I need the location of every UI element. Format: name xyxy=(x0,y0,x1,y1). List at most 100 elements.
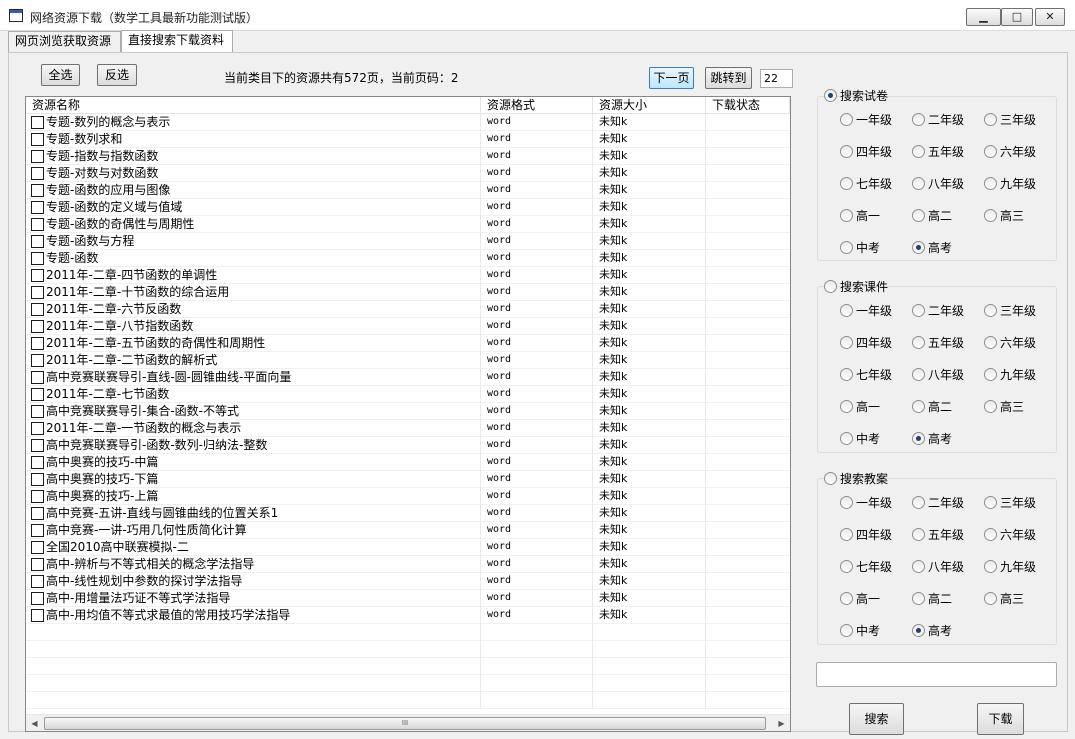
row-checkbox[interactable] xyxy=(31,388,44,401)
table-row[interactable]: 2011年-二章-一节函数的概念与表示 word 未知k xyxy=(26,420,790,437)
table-row[interactable]: 2011年-二章-四节函数的单调性 word 未知k xyxy=(26,267,790,284)
radio-icon[interactable] xyxy=(984,209,997,222)
next-page-button[interactable]: 下一页 xyxy=(649,67,694,89)
radio-icon[interactable] xyxy=(840,241,853,254)
row-checkbox[interactable] xyxy=(31,337,44,350)
table-row[interactable] xyxy=(26,641,790,658)
row-checkbox[interactable] xyxy=(31,303,44,316)
row-checkbox[interactable] xyxy=(31,354,44,367)
row-checkbox[interactable] xyxy=(31,609,44,622)
table-row[interactable]: 高中-用增量法巧证不等式学法指导 word 未知k xyxy=(26,590,790,607)
table-row[interactable]: 专题-指数与指数函数 word 未知k xyxy=(26,148,790,165)
radio-icon[interactable] xyxy=(840,528,853,541)
radio-icon[interactable] xyxy=(984,592,997,605)
radio-icon[interactable] xyxy=(984,400,997,413)
radio-icon[interactable] xyxy=(840,113,853,126)
radio-icon[interactable] xyxy=(984,560,997,573)
radio-icon[interactable] xyxy=(984,336,997,349)
radio-icon[interactable] xyxy=(912,304,925,317)
radio-icon[interactable] xyxy=(984,496,997,509)
radio-icon[interactable] xyxy=(912,368,925,381)
column-header-name[interactable]: 资源名称 xyxy=(26,97,481,114)
column-header-format[interactable]: 资源格式 xyxy=(481,97,593,114)
row-checkbox[interactable] xyxy=(31,422,44,435)
invert-selection-button[interactable]: 反选 xyxy=(97,64,137,86)
search-button[interactable]: 搜索 xyxy=(849,703,904,735)
radio-icon[interactable] xyxy=(840,432,853,445)
table-row[interactable]: 2011年-二章-二节函数的解析式 word 未知k xyxy=(26,352,790,369)
row-checkbox[interactable] xyxy=(31,320,44,333)
maximize-button[interactable]: □ xyxy=(1001,8,1033,26)
scroll-right-icon[interactable]: ▶ xyxy=(773,715,790,731)
radio-icon[interactable] xyxy=(912,432,925,445)
radio-icon[interactable] xyxy=(840,496,853,509)
scroll-thumb[interactable]: III xyxy=(44,717,766,730)
row-checkbox[interactable] xyxy=(31,524,44,537)
page-number-input[interactable]: 22 xyxy=(760,69,793,88)
radio-icon[interactable] xyxy=(840,592,853,605)
radio-icon[interactable] xyxy=(984,304,997,317)
scroll-left-icon[interactable]: ◀ xyxy=(26,715,43,731)
radio-icon[interactable] xyxy=(984,113,997,126)
jump-to-button[interactable]: 跳转到 xyxy=(705,67,752,89)
table-row[interactable]: 高中竞赛联赛导引-函数-数列-归纳法-整数 word 未知k xyxy=(26,437,790,454)
radio-icon[interactable] xyxy=(912,528,925,541)
table-row[interactable] xyxy=(26,624,790,641)
radio-icon[interactable] xyxy=(912,145,925,158)
row-checkbox[interactable] xyxy=(31,218,44,231)
table-row[interactable]: 高中竞赛-五讲-直线与圆锥曲线的位置关系1 word 未知k xyxy=(26,505,790,522)
table-row[interactable]: 高中奥赛的技巧-中篇 word 未知k xyxy=(26,454,790,471)
row-checkbox[interactable] xyxy=(31,201,44,214)
row-checkbox[interactable] xyxy=(31,592,44,605)
row-checkbox[interactable] xyxy=(31,558,44,571)
row-checkbox[interactable] xyxy=(31,184,44,197)
row-checkbox[interactable] xyxy=(31,473,44,486)
minimize-button[interactable]: ▁ xyxy=(966,8,1001,26)
radio-icon[interactable] xyxy=(840,145,853,158)
radio-icon[interactable] xyxy=(840,209,853,222)
close-button[interactable]: ✕ xyxy=(1035,8,1065,26)
radio-icon[interactable] xyxy=(912,496,925,509)
table-row[interactable]: 高中-用均值不等式求最值的常用技巧学法指导 word 未知k xyxy=(26,607,790,624)
column-header-status[interactable]: 下载状态 xyxy=(706,97,790,114)
radio-icon[interactable] xyxy=(840,368,853,381)
radio-icon[interactable] xyxy=(912,400,925,413)
table-row[interactable]: 高中奥赛的技巧-上篇 word 未知k xyxy=(26,488,790,505)
radio-icon[interactable] xyxy=(824,472,837,485)
row-checkbox[interactable] xyxy=(31,133,44,146)
radio-icon[interactable] xyxy=(912,592,925,605)
table-row[interactable]: 专题-数列的概念与表示 word 未知k xyxy=(26,114,790,131)
horizontal-scrollbar[interactable]: ◀ III ▶ xyxy=(26,714,790,731)
radio-icon[interactable] xyxy=(912,209,925,222)
table-row[interactable]: 高中竞赛联赛导引-直线-圆-圆锥曲线-平面向量 word 未知k xyxy=(26,369,790,386)
table-row[interactable]: 全国2010高中联赛模拟-二 word 未知k xyxy=(26,539,790,556)
row-checkbox[interactable] xyxy=(31,116,44,129)
table-row[interactable]: 2011年-二章-八节指数函数 word 未知k xyxy=(26,318,790,335)
table-row[interactable]: 专题-数列求和 word 未知k xyxy=(26,131,790,148)
table-row[interactable] xyxy=(26,658,790,675)
radio-icon[interactable] xyxy=(984,145,997,158)
row-checkbox[interactable] xyxy=(31,490,44,503)
radio-icon[interactable] xyxy=(840,560,853,573)
row-checkbox[interactable] xyxy=(31,235,44,248)
radio-icon[interactable] xyxy=(840,624,853,637)
table-row[interactable]: 2011年-二章-七节函数 word 未知k xyxy=(26,386,790,403)
row-checkbox[interactable] xyxy=(31,507,44,520)
select-all-button[interactable]: 全选 xyxy=(41,64,80,86)
table-row[interactable]: 专题-函数 word 未知k xyxy=(26,250,790,267)
radio-icon[interactable] xyxy=(912,113,925,126)
row-checkbox[interactable] xyxy=(31,456,44,469)
table-row[interactable]: 专题-函数的应用与图像 word 未知k xyxy=(26,182,790,199)
radio-icon[interactable] xyxy=(912,241,925,254)
radio-icon[interactable] xyxy=(840,177,853,190)
row-checkbox[interactable] xyxy=(31,252,44,265)
table-row[interactable]: 专题-对数与对数函数 word 未知k xyxy=(26,165,790,182)
row-checkbox[interactable] xyxy=(31,371,44,384)
table-row[interactable]: 2011年-二章-十节函数的综合运用 word 未知k xyxy=(26,284,790,301)
row-checkbox[interactable] xyxy=(31,405,44,418)
radio-icon[interactable] xyxy=(984,528,997,541)
radio-icon[interactable] xyxy=(912,624,925,637)
table-row[interactable] xyxy=(26,692,790,709)
tab-direct-search[interactable]: 直接搜索下载资料 xyxy=(121,30,233,53)
radio-icon[interactable] xyxy=(824,89,837,102)
